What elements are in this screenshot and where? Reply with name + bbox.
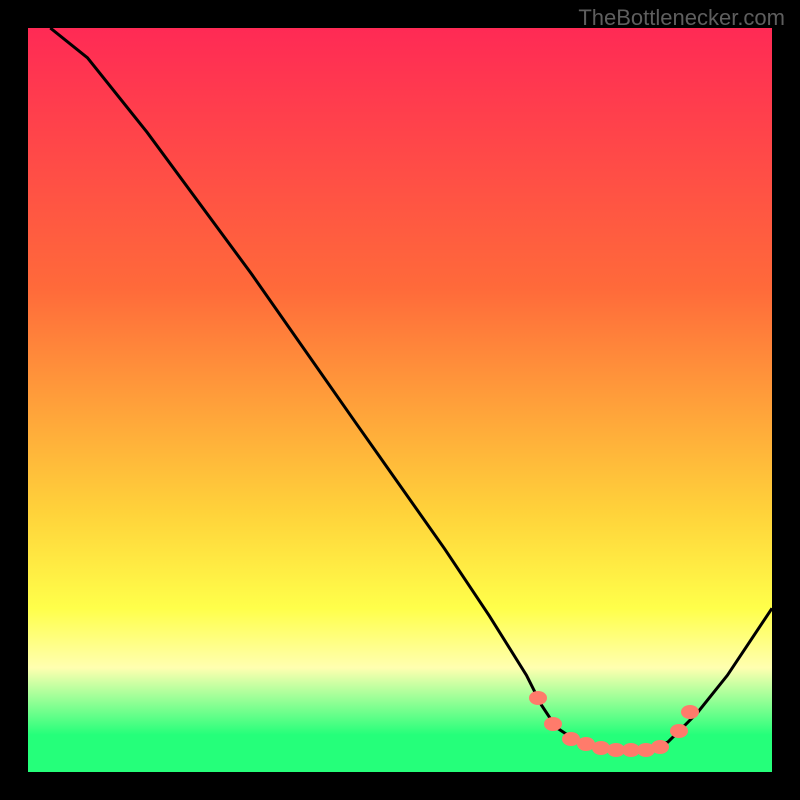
data-dot [670, 724, 688, 738]
data-dot [529, 691, 547, 705]
plot-area [28, 28, 772, 772]
data-dot [544, 717, 562, 731]
data-dots-layer [28, 28, 772, 772]
data-dot [651, 740, 669, 754]
watermark-text: TheBottlenecker.com [578, 5, 785, 31]
data-dot [681, 705, 699, 719]
chart-container: TheBottlenecker.com [0, 0, 800, 800]
